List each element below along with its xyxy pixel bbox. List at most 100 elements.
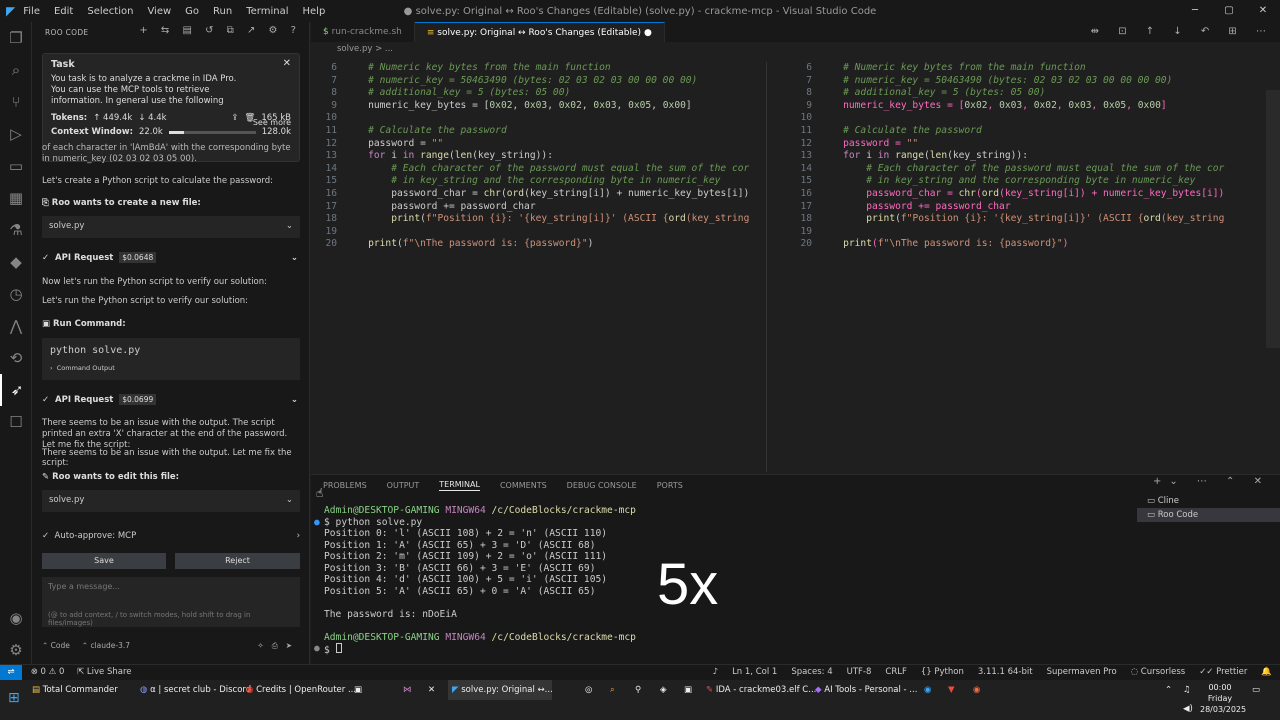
live-share-icon[interactable]: ⟲ (0, 342, 32, 374)
tab-problems[interactable]: PROBLEMS (323, 481, 367, 490)
code-line[interactable]: 6 # Numeric key bytes from the main func… (311, 62, 763, 75)
tab-comments[interactable]: COMMENTS (500, 481, 547, 490)
taskbar-ida[interactable]: ✎ IDA - crackme03.elf C... (706, 680, 816, 700)
code-line[interactable]: 14 # Each character of the password must… (786, 163, 1256, 176)
tray-headset-icon[interactable]: ♫ (1183, 680, 1191, 700)
taskbar-ai-tools[interactable]: ◆ AI Tools - Personal - ... (815, 680, 917, 700)
code-line[interactable]: 19 (311, 226, 763, 239)
code-line[interactable]: 12 password = "" (786, 138, 1256, 151)
scrollbar[interactable] (1266, 90, 1280, 348)
menu-file[interactable]: File (23, 6, 40, 17)
code-line[interactable]: 17 password += password_char (311, 201, 763, 214)
code-line[interactable]: 8 # additional_key = 5 (bytes: 05 00) (786, 87, 1256, 100)
tray-chevron-icon[interactable]: ⌃ (1165, 680, 1172, 700)
code-line[interactable]: 17 password += password_char (786, 201, 1256, 214)
menu-run[interactable]: Run (213, 6, 232, 17)
panel-actions-icons[interactable]: +⌄ ⋯ ⌃ ✕ (1153, 476, 1270, 487)
chat-input[interactable]: Type a message... (@ to add context, / t… (42, 577, 300, 627)
roo-code-icon[interactable]: ➶ (0, 374, 32, 406)
close-icon[interactable]: ✕ (1246, 0, 1280, 22)
run-debug-icon[interactable]: ▷ (0, 118, 32, 150)
reject-button[interactable]: Reject (175, 553, 300, 569)
tab-ports[interactable]: PORTS (657, 481, 683, 490)
indentation[interactable]: Spaces: 4 (791, 665, 832, 680)
remote-icon[interactable]: ⇌ (0, 665, 22, 680)
code-line[interactable]: 20 print(f"\nThe password is: {password}… (786, 238, 1256, 251)
taskbar-app-icon[interactable]: ▣ (354, 680, 362, 700)
problems-count[interactable]: ⊗ 0 ⚠ 0 (31, 667, 65, 677)
cursor-position[interactable]: Ln 1, Col 1 (732, 665, 777, 680)
search-icon[interactable]: ⌕ (0, 54, 32, 86)
editor-actions-icons[interactable]: ⇹ ⊡ ↑ ↓ ↶ ⊞ ⋯ (1091, 22, 1280, 42)
source-control-icon[interactable]: ⑂ (0, 86, 32, 118)
taskbar-vscode[interactable]: ◤ solve.py: Original ↔... (448, 680, 553, 700)
taskbar-app-icon-4[interactable]: ◉ (924, 680, 931, 700)
maximize-icon[interactable]: ▢ (1212, 0, 1246, 22)
menu-view[interactable]: View (147, 6, 171, 17)
notifications-icon[interactable]: 🔔 (1261, 665, 1272, 680)
python-interpreter[interactable]: 3.11.1 64-bit (978, 665, 1033, 680)
command-output-toggle[interactable]: › Command Output (50, 364, 292, 372)
menu-go[interactable]: Go (185, 6, 199, 17)
terminal-item-roo-code[interactable]: ▭ Roo Code (1137, 508, 1280, 522)
docker-icon[interactable]: ◆ (0, 246, 32, 278)
taskbar-tool-icon[interactable]: ⚲ (635, 680, 641, 700)
tray-notification-icon[interactable]: ▭ (1252, 680, 1260, 700)
code-line[interactable]: 14 # Each character of the password must… (311, 163, 763, 176)
tab-run-crackme[interactable]: $ run-crackme.sh (311, 22, 415, 42)
explorer-icon[interactable]: ❐ (0, 22, 32, 54)
mode-select[interactable]: ⌃ Code (42, 641, 70, 650)
code-line[interactable]: 15 # in key_string and the corresponding… (786, 175, 1256, 188)
diff-original-pane[interactable]: 6 # Numeric key bytes from the main func… (311, 62, 763, 472)
language-mode[interactable]: {} Python (921, 665, 964, 680)
taskbar-brave-icon[interactable]: ▼ (948, 680, 955, 700)
taskbar-firefox-icon[interactable]: ◉ (973, 680, 980, 700)
tray-volume-icon[interactable]: ◀) (1183, 699, 1193, 719)
code-line[interactable]: 9 numeric_key_bytes = [0x02, 0x03, 0x02,… (786, 100, 1256, 113)
unsaved-dot-icon[interactable]: ● (644, 28, 652, 38)
taskbar-app-icon-3[interactable]: ◈ (660, 680, 667, 700)
code-line[interactable]: 16 password_char = chr(ord(key_string[i]… (311, 188, 763, 201)
code-line[interactable]: 10 (311, 112, 763, 125)
supermaven-status[interactable]: Supermaven Pro (1047, 665, 1117, 680)
minimize-icon[interactable]: ─ (1178, 0, 1212, 22)
taskbar-app-icon-2[interactable]: ✕ (428, 680, 435, 700)
settings-gear-icon[interactable]: ⚙ (0, 634, 32, 666)
see-more-link[interactable]: See more (253, 118, 291, 127)
tray-clock[interactable]: 00:00 Friday 28/03/2025 (1200, 682, 1246, 715)
tab-debug-console[interactable]: DEBUG CONSOLE (567, 481, 637, 490)
taskbar-vs-icon[interactable]: ⋈ (403, 680, 412, 700)
terminal-output[interactable]: Admin@DESKTOP-GAMING MINGW64 /c/CodeBloc… (314, 505, 636, 657)
timeline-icon[interactable]: ◷ (0, 278, 32, 310)
diff-modified-pane[interactable]: 6 # Numeric key bytes from the main func… (786, 62, 1256, 472)
file-dropdown-2[interactable]: solve.py ⌄ (42, 490, 300, 512)
code-line[interactable]: 10 (786, 112, 1256, 125)
tab-solve-diff[interactable]: ≡ solve.py: Original ↔ Roo's Changes (Ed… (414, 22, 665, 42)
taskbar-chrome-icon[interactable]: ◎ (585, 680, 592, 700)
code-line[interactable]: 13 for i in range(len(key_string)): (311, 150, 763, 163)
taskbar-search-icon[interactable]: ⌕ (610, 680, 615, 700)
menu-selection[interactable]: Selection (87, 6, 133, 17)
gitlens-icon[interactable]: ⋀ (0, 310, 32, 342)
code-line[interactable]: 9 numeric_key_bytes = [0x02, 0x03, 0x02,… (311, 100, 763, 113)
auto-approve-row[interactable]: ✓ Auto-approve: MCP › (42, 531, 300, 541)
robot-icon[interactable]: ☐ (0, 406, 32, 438)
code-line[interactable]: 13 for i in range(len(key_string)): (786, 150, 1256, 163)
mic-icon[interactable]: ♪ (713, 665, 718, 680)
menu-edit[interactable]: Edit (54, 6, 73, 17)
file-dropdown-1[interactable]: solve.py ⌄ (42, 216, 300, 238)
task-close-icon[interactable]: ✕ (283, 58, 291, 69)
pane-divider[interactable] (766, 62, 774, 472)
api-request-1[interactable]: ✓ API Request $0.0648 ⌄ (42, 252, 298, 263)
sidebar-toolbar-icons[interactable]: + ⇆ ▤ ↺ ⧉ ↗ ⚙ ? (139, 25, 301, 36)
code-line[interactable]: 6 # Numeric key bytes from the main func… (786, 62, 1256, 75)
code-line[interactable]: 7 # numeric_key = 50463490 (bytes: 02 03… (786, 75, 1256, 88)
extensions-icon[interactable]: ▦ (0, 182, 32, 214)
menu-help[interactable]: Help (303, 6, 326, 17)
taskbar-total-commander[interactable]: ▤ Total Commander (32, 680, 118, 700)
terminal-item-cline[interactable]: ▭ Cline (1137, 494, 1280, 508)
upload-icon[interactable]: ⇪ (231, 113, 238, 123)
save-button[interactable]: Save (42, 553, 166, 569)
testing-icon[interactable]: ⚗ (0, 214, 32, 246)
code-line[interactable]: 19 (786, 226, 1256, 239)
